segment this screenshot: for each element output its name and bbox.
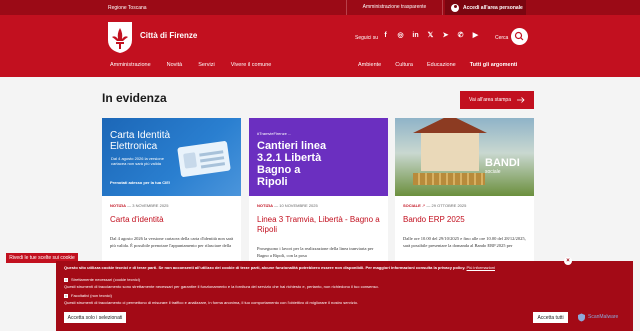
card-title[interactable]: Bando ERP 2025 xyxy=(403,215,528,225)
search-icon xyxy=(514,31,524,41)
watermark-text: ScanMalware xyxy=(588,314,619,320)
cookie-option-label: Strettamente necessari (cookie tecnici) xyxy=(71,277,140,282)
card-title[interactable]: Linea 3 Tramvia, Libertà - Bagno a Ripol… xyxy=(257,215,382,235)
card-tag[interactable]: SOCIALE xyxy=(403,203,421,208)
card-title[interactable]: Carta d'identità xyxy=(110,215,235,225)
youtube-icon[interactable]: ▶ xyxy=(471,31,480,40)
linkedin-icon[interactable]: in xyxy=(411,31,420,40)
nav-item-cultura[interactable]: Cultura xyxy=(395,62,413,68)
nav-item-vivere[interactable]: Vivere il comune xyxy=(231,62,272,68)
card-date: 29 OTTOBRE 2025 xyxy=(431,203,467,208)
card-image-label: BANDI sociale xyxy=(485,158,525,188)
card-image-title: Cantieri linea 3.2.1 Libertà Bagno a Rip… xyxy=(257,140,327,188)
cookie-more-info-link[interactable]: Più informazioni xyxy=(467,265,495,270)
search-label: Cerca xyxy=(495,35,509,41)
telegram-icon[interactable]: ➤ xyxy=(441,31,450,40)
checkbox-optional[interactable] xyxy=(64,293,68,298)
card-body: Dalle ore 10.00 del 29/10/2025 e fino al… xyxy=(403,236,526,248)
nav-item-ambiente[interactable]: Ambiente xyxy=(358,62,381,68)
arrow-right-icon xyxy=(517,97,525,103)
coins-icon xyxy=(413,173,485,185)
card-image-title: BANDI xyxy=(485,157,520,169)
login-label: Accedi all'area personale xyxy=(463,4,523,11)
topics-nav: Ambiente Cultura Educazione Tutti gli ar… xyxy=(358,62,517,68)
news-card[interactable]: Carta Identità Elettronica Dal 4 agosto … xyxy=(102,118,241,268)
card-image-tramvia[interactable]: #TramvieFirenze ... Cantieri linea 3.2.1… xyxy=(249,118,388,196)
login-button[interactable]: Accedi all'area personale xyxy=(445,0,526,15)
social-label: Seguici su xyxy=(355,35,379,41)
instagram-icon[interactable]: ◎ xyxy=(396,31,405,40)
cookie-intro: Questo sito utilizza cookie tecnici e di… xyxy=(64,265,604,270)
cookie-intro-text: Questo sito utilizza cookie tecnici e di… xyxy=(64,265,466,270)
site-header: Città di Firenze Seguici su f ◎ in 𝕏 ➤ ✆… xyxy=(0,15,640,77)
transparency-link[interactable]: Amministrazione trasparente xyxy=(346,0,443,15)
house-icon xyxy=(413,118,487,171)
news-card[interactable]: BANDI sociale SOCIALE ↗ — 29 OTTOBRE 202… xyxy=(395,118,534,268)
card-meta: SOCIALE ↗ — 29 OTTOBRE 2025 xyxy=(403,203,467,208)
facebook-icon[interactable]: f xyxy=(381,31,390,40)
shield-icon xyxy=(578,313,585,321)
card-image-subtitle: Dal 4 agosto 2026 la versione cartacea n… xyxy=(111,156,164,166)
nav-item-educazione[interactable]: Educazione xyxy=(427,62,456,68)
top-utility-bar: Regione Toscana Amministrazione traspare… xyxy=(0,0,640,15)
nav-item-amministrazione[interactable]: Amministrazione xyxy=(110,62,151,68)
whatsapp-icon[interactable]: ✆ xyxy=(456,31,465,40)
press-area-label: Vai all'area stampa xyxy=(469,97,511,103)
scanmalware-watermark: ScanMalware xyxy=(577,311,637,323)
card-tag[interactable]: NOTIZIA xyxy=(110,203,126,208)
press-area-button[interactable]: Vai all'area stampa xyxy=(460,91,534,109)
social-links: f ◎ in 𝕏 ➤ ✆ ▶ xyxy=(381,31,480,40)
nav-item-servizi[interactable]: Servizi xyxy=(198,62,215,68)
page: Regione Toscana Amministrazione traspare… xyxy=(0,0,640,331)
card-image-subtitle: sociale xyxy=(485,169,501,175)
card-image-erp[interactable]: BANDI sociale xyxy=(395,118,534,196)
news-card[interactable]: #TramvieFirenze ... Cantieri linea 3.2.1… xyxy=(249,118,388,268)
external-link-icon: ↗ xyxy=(421,203,426,208)
card-body: Proseguono i lavori per la realizzazione… xyxy=(257,246,374,258)
close-icon[interactable]: × xyxy=(564,257,572,265)
cookie-option-optional[interactable]: Facoltativi (non tecnici) xyxy=(64,293,112,298)
x-icon[interactable]: 𝕏 xyxy=(426,31,435,40)
card-image-title: Carta Identità Elettronica xyxy=(110,130,171,152)
nav-item-novita[interactable]: Novità xyxy=(167,62,183,68)
card-body: Dal 4 agosto 2026 la versione cartacea d… xyxy=(110,236,234,248)
accept-selected-button[interactable]: Accetta solo i selezionati xyxy=(64,312,126,323)
cookie-option-description: Questi strumenti di tracciamento ci perm… xyxy=(64,300,358,305)
card-tag[interactable]: NOTIZIA xyxy=(257,203,273,208)
card-image-cta: Prenotati adesso per la tua CIE! xyxy=(110,180,171,185)
cookie-option-label: Facoltativi (non tecnici) xyxy=(71,293,112,298)
cookie-option-necessary[interactable]: Strettamente necessari (cookie tecnici) xyxy=(64,277,140,282)
site-title[interactable]: Città di Firenze xyxy=(140,31,197,40)
card-date: 10 NOVEMBRE 2025 xyxy=(279,203,318,208)
card-image-tag: #TramvieFirenze ... xyxy=(257,131,292,136)
section-title: In evidenza xyxy=(102,91,167,105)
card-meta: NOTIZIA — 3 NOVEMBRE 2025 xyxy=(110,203,169,208)
user-icon xyxy=(451,3,459,12)
card-meta: NOTIZIA — 10 NOVEMBRE 2025 xyxy=(257,203,318,208)
nav-item-all-topics[interactable]: Tutti gli argomenti xyxy=(470,62,518,68)
firenze-lily-logo-icon[interactable] xyxy=(106,20,134,54)
card-image-cie[interactable]: Carta Identità Elettronica Dal 4 agosto … xyxy=(102,118,241,196)
region-link[interactable]: Regione Toscana xyxy=(108,5,147,11)
search-button[interactable] xyxy=(511,28,528,45)
card-date: 3 NOVEMBRE 2025 xyxy=(132,203,169,208)
id-card-icon xyxy=(177,140,231,178)
checkbox-necessary[interactable] xyxy=(64,277,68,282)
main-nav: Amministrazione Novità Servizi Vivere il… xyxy=(110,62,271,68)
accept-all-button[interactable]: Accetta tutti xyxy=(533,312,568,323)
cookie-banner: × Questo sito utilizza cookie tecnici e … xyxy=(56,257,633,331)
cookie-option-description: Questi strumenti di tracciamento sono st… xyxy=(64,284,379,289)
